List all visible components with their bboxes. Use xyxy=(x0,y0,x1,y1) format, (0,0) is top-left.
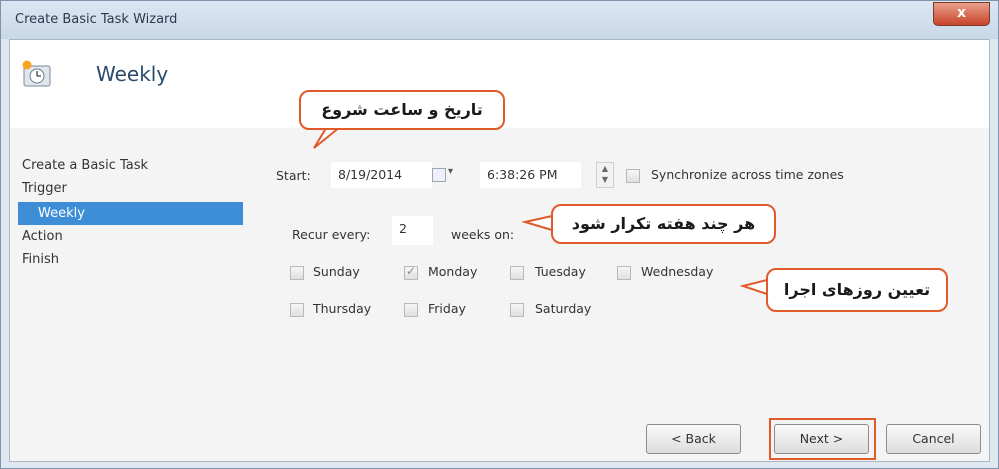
cancel-button[interactable]: Cancel xyxy=(886,424,981,454)
day-checkbox-monday[interactable] xyxy=(404,264,418,280)
page-heading: Weekly xyxy=(96,62,169,86)
callout-recur: هر چند هفته تکرار شود xyxy=(551,204,776,244)
nav-item-finish[interactable]: Finish xyxy=(18,248,243,271)
next-button[interactable]: Next > xyxy=(774,424,869,454)
callout-days: تعیین روزهای اجرا xyxy=(766,268,948,312)
day-label-monday: Monday xyxy=(428,264,478,279)
nav-item-trigger[interactable]: Trigger xyxy=(18,177,243,200)
day-label-tuesday: Tuesday xyxy=(535,264,586,279)
day-label-friday: Friday xyxy=(428,301,466,316)
callout-start: تاریخ و ساعت شروع xyxy=(299,90,505,130)
weeks-on-label: weeks on: xyxy=(451,227,515,242)
day-checkbox-sunday[interactable] xyxy=(290,266,304,280)
day-checkbox-saturday[interactable] xyxy=(510,303,524,317)
close-icon: x xyxy=(956,5,967,21)
day-label-saturday: Saturday xyxy=(535,301,592,316)
chevron-down-icon: ▾ xyxy=(448,166,454,177)
start-time-input[interactable]: 6:38:26 PM xyxy=(480,162,581,188)
day-checkbox-friday[interactable] xyxy=(404,303,418,317)
time-spinner[interactable]: ▲ ▼ xyxy=(596,162,614,188)
wizard-window: Create Basic Task Wizard x Weekly Create… xyxy=(0,0,999,469)
wizard-client-area: Weekly Create a Basic Task Trigger Weekl… xyxy=(9,39,990,462)
start-label: Start: xyxy=(276,168,311,183)
day-label-wednesday: Wednesday xyxy=(641,264,714,279)
title-bar: Create Basic Task Wizard x xyxy=(1,1,998,39)
nav-item-weekly[interactable]: Weekly xyxy=(18,202,243,225)
start-date-input[interactable]: 8/19/2014 xyxy=(331,162,432,188)
close-button[interactable]: x xyxy=(933,2,990,26)
day-checkbox-thursday[interactable] xyxy=(290,303,304,317)
nav-item-create-basic-task[interactable]: Create a Basic Task xyxy=(18,154,243,177)
day-label-thursday: Thursday xyxy=(313,301,372,316)
clock-task-icon xyxy=(22,60,51,87)
calendar-icon xyxy=(432,168,446,182)
back-button[interactable]: < Back xyxy=(646,424,741,454)
calendar-dropdown-button[interactable]: ▾ xyxy=(430,164,470,186)
recur-every-label: Recur every: xyxy=(292,227,371,242)
day-checkbox-tuesday[interactable] xyxy=(510,266,524,280)
day-label-sunday: Sunday xyxy=(313,264,360,279)
wizard-steps-nav: Create a Basic Task Trigger Weekly Actio… xyxy=(18,154,243,271)
window-title: Create Basic Task Wizard xyxy=(15,12,178,27)
recur-weeks-input[interactable]: 2 xyxy=(392,216,433,245)
callout-recur-pointer xyxy=(521,214,553,232)
callout-days-pointer xyxy=(739,278,768,296)
day-checkbox-wednesday[interactable] xyxy=(617,266,631,280)
nav-item-action[interactable]: Action xyxy=(18,225,243,248)
sync-timezones-checkbox[interactable] xyxy=(626,169,640,183)
sync-timezones-label: Synchronize across time zones xyxy=(651,167,844,182)
